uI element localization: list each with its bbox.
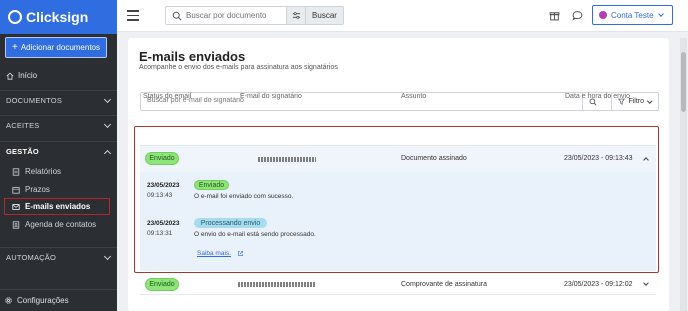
- sliders-icon: [292, 12, 300, 19]
- sidebar-section-gestao[interactable]: GESTÃO: [0, 141, 117, 161]
- section-label: DOCUMENTOS: [6, 96, 63, 105]
- plus-icon: +: [12, 42, 18, 53]
- report-icon: [12, 167, 20, 176]
- sidebar-item-label: Agenda de contatos: [25, 220, 97, 229]
- brand-logo[interactable]: Clicksign: [0, 0, 117, 34]
- sidebar-item-label: Relatórios: [25, 167, 62, 176]
- sidebar-item-label: Início: [18, 71, 38, 80]
- sidebar-item-label: Prazos: [25, 185, 50, 194]
- column-header-email: E-mail do signatário: [240, 93, 302, 100]
- highlight-box: [134, 126, 659, 273]
- chevron-down-icon: [657, 11, 664, 17]
- menu-icon[interactable]: [127, 10, 139, 21]
- account-name: Conta Teste: [611, 10, 654, 20]
- chevron-up-icon: [103, 149, 112, 157]
- filter-label: Filtro: [628, 98, 645, 105]
- gear-icon: [5, 297, 12, 304]
- add-documents-button[interactable]: + Adicionar documentos: [5, 37, 107, 58]
- section-label: ACEITES: [6, 121, 40, 130]
- search-icon: [172, 11, 182, 20]
- sidebar-item-prazos[interactable]: Prazos: [0, 181, 117, 198]
- column-header-subject: Assunto: [401, 93, 427, 100]
- status-badge: Enviado: [145, 278, 179, 291]
- sidebar-item-inicio[interactable]: Início: [0, 67, 117, 84]
- chevron-down-icon: [647, 98, 653, 103]
- sidebar-item-label: Configurações: [17, 296, 69, 305]
- sidebar-item-configuracoes[interactable]: Configurações: [0, 289, 117, 311]
- masked-email: [238, 282, 316, 287]
- chevron-down-icon: [103, 120, 112, 128]
- chat-icon[interactable]: [572, 10, 583, 21]
- column-header-datetime: Data e hora do envio: [565, 93, 630, 100]
- page-subtitle: Acompanhe o envio dos e-mails para assin…: [139, 64, 338, 71]
- sidebar-section-documentos[interactable]: DOCUMENTOS: [0, 90, 117, 110]
- section-label: AUTOMAÇÃO: [6, 253, 57, 262]
- subject-cell: Comprovante de assinatura: [401, 281, 487, 288]
- chevron-down-icon: [103, 95, 112, 103]
- mail-sent-icon: [12, 203, 20, 210]
- document-search: Buscar: [165, 6, 344, 25]
- gift-icon[interactable]: [549, 10, 560, 21]
- column-header-status: Status do email: [143, 93, 192, 100]
- sidebar-section-automacao[interactable]: AUTOMAÇÃO: [0, 247, 117, 267]
- scrollbar[interactable]: [680, 38, 687, 311]
- brand-name: Clicksign: [26, 9, 89, 25]
- sidebar: Clicksign + Adicionar documentos Início …: [0, 0, 117, 311]
- sidebar-item-relatorios[interactable]: Relatórios: [0, 163, 117, 180]
- section-label: GESTÃO: [6, 147, 39, 156]
- sidebar-item-emails-enviados[interactable]: E-mails enviados: [4, 198, 110, 215]
- table-row[interactable]: Enviado Comprovante de assinatura 23/05/…: [140, 275, 656, 295]
- document-search-input[interactable]: [186, 11, 286, 20]
- chevron-down-icon[interactable]: [643, 280, 649, 286]
- topbar: Buscar Conta Teste: [117, 0, 688, 32]
- email-search-input[interactable]: [147, 97, 527, 104]
- account-menu[interactable]: Conta Teste: [592, 5, 673, 25]
- avatar: [599, 11, 607, 19]
- contacts-icon: [12, 220, 20, 229]
- home-icon: [6, 72, 14, 80]
- sidebar-item-agenda-contatos[interactable]: Agenda de contatos: [0, 216, 117, 233]
- scrollbar-thumb[interactable]: [681, 52, 686, 112]
- datetime-cell: 23/05/2023 - 09:12:02: [564, 281, 633, 288]
- add-documents-label: Adicionar documentos: [20, 43, 100, 52]
- sidebar-section-aceites[interactable]: ACEITES: [0, 115, 117, 135]
- chevron-down-icon: [103, 252, 112, 260]
- advanced-filter-button[interactable]: [286, 7, 305, 24]
- logo-icon: [8, 10, 22, 24]
- calendar-icon: [12, 186, 20, 194]
- search-button[interactable]: Buscar: [305, 7, 343, 24]
- sidebar-item-label: E-mails enviados: [25, 202, 91, 211]
- page-title: E-mails enviados: [139, 49, 246, 64]
